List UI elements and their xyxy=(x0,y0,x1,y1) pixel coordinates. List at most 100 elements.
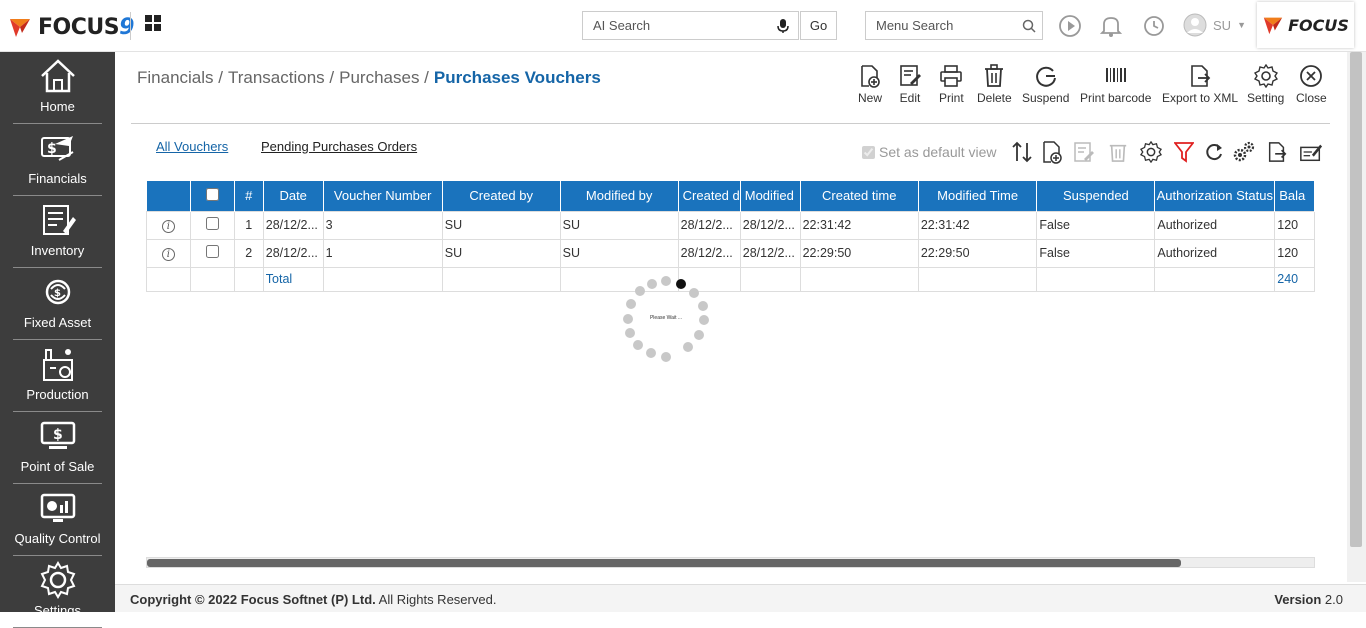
printer-icon xyxy=(940,65,963,87)
delete-icon[interactable] xyxy=(1106,140,1130,164)
sidebar-item-fixed-asset[interactable]: $ Fixed Asset xyxy=(0,268,115,340)
cell-balance: 120 xyxy=(1274,238,1315,268)
print-button[interactable]: Print xyxy=(939,64,964,105)
breadcrumb-transactions[interactable]: Transactions / xyxy=(228,68,334,88)
col-modified-date[interactable]: Modified xyxy=(740,181,801,211)
version-text: Version 2.0 xyxy=(1274,592,1343,607)
suspend-button[interactable]: Suspend xyxy=(1022,64,1069,105)
cell-modified-by: SU xyxy=(559,238,679,268)
set-default-view[interactable]: Set as default view xyxy=(862,144,997,160)
refresh-icon[interactable] xyxy=(1202,140,1226,164)
breadcrumb-financials[interactable]: Financials / xyxy=(137,68,223,88)
play-icon[interactable] xyxy=(1058,14,1082,38)
add-document-icon[interactable] xyxy=(1040,140,1064,164)
breadcrumb-purchases[interactable]: Purchases / xyxy=(339,68,429,88)
col-suspended[interactable]: Suspended xyxy=(1036,181,1156,211)
financials-icon: $ xyxy=(38,130,78,166)
export-icon xyxy=(1191,65,1211,87)
row-checkbox[interactable] xyxy=(205,217,219,230)
settings-gear-icon[interactable] xyxy=(1139,140,1163,164)
sidebar-item-label: Production xyxy=(26,387,89,402)
col-modified-by[interactable]: Modified by xyxy=(560,181,679,211)
col-date[interactable]: Date xyxy=(263,181,324,211)
info-icon[interactable]: i xyxy=(161,247,175,261)
ai-search-input[interactable] xyxy=(583,18,768,33)
cell-suspended: False xyxy=(1036,210,1156,240)
set-default-view-checkbox[interactable] xyxy=(862,145,875,159)
sort-icon[interactable] xyxy=(1010,140,1034,164)
divider xyxy=(131,123,1330,124)
export-icon[interactable] xyxy=(1265,140,1289,164)
spinner-dot xyxy=(633,340,643,350)
tab-all-vouchers[interactable]: All Vouchers xyxy=(156,139,228,154)
search-icon[interactable] xyxy=(1022,19,1036,33)
col-select-all xyxy=(190,181,235,211)
select-all-checkbox[interactable] xyxy=(205,187,219,201)
ai-search-box[interactable] xyxy=(582,11,799,40)
gears-icon[interactable] xyxy=(1232,140,1256,164)
col-authorization-status[interactable]: Authorization Status xyxy=(1154,181,1276,211)
table-row[interactable]: i 1 28/12/2... 3 SU SU 28/12/2... 28/12/… xyxy=(146,210,1315,240)
copyright-text: Copyright © 2022 Focus Softnet (P) Ltd. … xyxy=(130,592,497,607)
menu-search-box[interactable] xyxy=(865,11,1043,40)
cell-date: 28/12/2... xyxy=(262,210,324,240)
vertical-scroll-thumb[interactable] xyxy=(1350,52,1362,547)
customize-icon[interactable] xyxy=(1299,140,1323,164)
focus9-logo[interactable]: FOCUS9 xyxy=(8,12,134,42)
spinner-dot xyxy=(635,286,645,296)
settings-icon xyxy=(38,561,78,599)
col-balance[interactable]: Bala xyxy=(1274,181,1315,211)
sidebar-item-financials[interactable]: $ Financials xyxy=(0,124,115,196)
apps-grid-icon[interactable] xyxy=(145,15,161,31)
col-voucher-number[interactable]: Voucher Number xyxy=(323,181,443,211)
notification-bell-icon[interactable] xyxy=(1099,14,1123,38)
info-icon[interactable]: i xyxy=(161,219,175,233)
horizontal-scroll-thumb[interactable] xyxy=(147,559,1181,567)
sidebar-item-production[interactable]: Production xyxy=(0,340,115,412)
edit-button[interactable]: Edit xyxy=(899,64,921,105)
horizontal-scrollbar[interactable] xyxy=(146,557,1315,568)
menu-search-input[interactable] xyxy=(866,18,1016,33)
delete-button[interactable]: Delete xyxy=(977,64,1012,105)
print-barcode-button[interactable]: Print barcode xyxy=(1080,64,1151,105)
col-created-date[interactable]: Created d xyxy=(678,181,741,211)
suspend-icon xyxy=(1035,66,1056,87)
sidebar-item-settings[interactable]: Settings xyxy=(0,556,115,628)
fixed-asset-icon: $ xyxy=(38,274,78,310)
sidebar-item-home[interactable]: Home xyxy=(0,52,115,124)
sidebar-item-label: Fixed Asset xyxy=(23,315,92,330)
col-created-time[interactable]: Created time xyxy=(800,181,919,211)
col-modified-time[interactable]: Modified Time xyxy=(918,181,1038,211)
vertical-scrollbar[interactable] xyxy=(1347,52,1366,582)
edit-document-icon[interactable] xyxy=(1072,140,1096,164)
col-created-by[interactable]: Created by xyxy=(442,181,561,211)
microphone-icon[interactable] xyxy=(776,18,790,34)
go-button[interactable]: Go xyxy=(800,11,837,40)
cell-authorization-status: Authorized xyxy=(1154,210,1276,240)
spinner-dot xyxy=(625,328,635,338)
table-row[interactable]: i 2 28/12/2... 1 SU SU 28/12/2... 28/12/… xyxy=(146,238,1315,268)
logo-text: FOCUS9 xyxy=(38,14,134,40)
user-menu[interactable]: SU ▼ xyxy=(1183,13,1246,37)
new-button[interactable]: New xyxy=(858,64,882,105)
sidebar-item-point-of-sale[interactable]: $ Point of Sale xyxy=(0,412,115,484)
tab-pending-purchases-orders[interactable]: Pending Purchases Orders xyxy=(261,139,417,154)
cell-balance: 120 xyxy=(1274,210,1315,240)
setting-button[interactable]: Setting xyxy=(1247,64,1284,105)
sidebar-item-label: Home xyxy=(40,99,75,114)
edit-icon xyxy=(900,65,921,86)
close-button[interactable]: Close xyxy=(1296,64,1327,105)
sidebar-item-inventory[interactable]: Inventory xyxy=(0,196,115,268)
col-number[interactable]: # xyxy=(234,181,264,211)
cell-modified-by: SU xyxy=(559,210,679,240)
inventory-icon xyxy=(38,202,78,238)
filter-icon[interactable] xyxy=(1172,140,1196,164)
row-checkbox[interactable] xyxy=(205,245,219,258)
history-icon[interactable] xyxy=(1142,14,1166,38)
cell-voucher-number: 3 xyxy=(322,210,443,240)
sidebar-item-quality-control[interactable]: Quality Control xyxy=(0,484,115,556)
sidebar-item-label: Financials xyxy=(28,171,87,186)
loading-spinner: Please Wait ... xyxy=(622,276,710,364)
export-xml-button[interactable]: Export to XML xyxy=(1162,64,1238,105)
table-header-row: # Date Voucher Number Created by Modifie… xyxy=(146,181,1315,211)
